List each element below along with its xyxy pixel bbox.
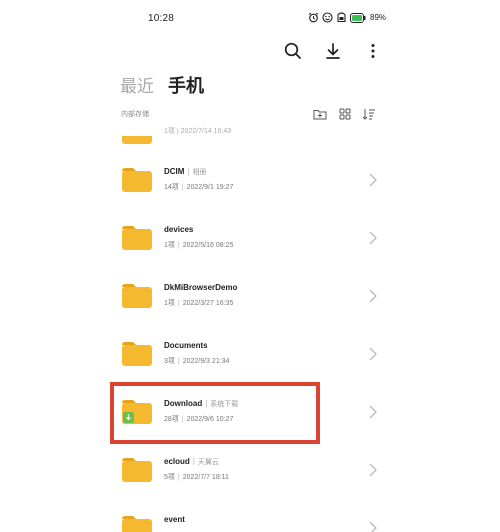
- item-count: 3项: [164, 358, 175, 365]
- folder-icon: [122, 400, 152, 424]
- item-count: 14项: [164, 184, 179, 191]
- partial-row-meta: 1项 | 2022/7/14 16:43: [164, 128, 232, 135]
- status-time: 10:28: [148, 13, 175, 24]
- separator: |: [192, 457, 195, 466]
- separator: |: [181, 416, 184, 423]
- separator: |: [177, 358, 180, 365]
- folder-meta: 1项 | 2022/5/16 08:25: [164, 240, 233, 250]
- search-icon: [284, 42, 301, 59]
- folder-name: DkMiBrowserDemo: [164, 283, 238, 292]
- chevron-right-icon: [369, 173, 377, 187]
- grid-icon: [339, 108, 351, 120]
- modified-date: 2022/5/16 08:25: [182, 242, 234, 249]
- grid-view-button[interactable]: [337, 106, 353, 122]
- folder-name-line: event: [164, 515, 185, 524]
- folder-tag: 相册: [192, 169, 207, 176]
- folder-meta: 1项 | 2022/3/27 16:35: [164, 298, 233, 308]
- folder-name: DCIM: [164, 167, 185, 176]
- chevron-right-icon: [369, 347, 377, 361]
- folder-row-event[interactable]: event: [108, 500, 388, 532]
- folder-name: event: [164, 515, 185, 524]
- folder-row-dkmibrowserdemo[interactable]: DkMiBrowserDemo 1项 | 2022/3/27 16:35: [108, 268, 388, 326]
- folder-name: Documents: [164, 341, 208, 350]
- folder-row-ecloud[interactable]: ecloud | 天翼云 5项 | 2022/7/7 18:11: [108, 442, 388, 500]
- modified-date: 2022/9/6 10:27: [186, 416, 234, 423]
- partial-folder-icon: [122, 136, 152, 144]
- folder-icon: [122, 284, 152, 308]
- face-icon: [322, 12, 333, 23]
- status-icons: 89%: [308, 12, 386, 23]
- modified-date: 2022/9/3 21:34: [182, 358, 230, 365]
- modified-date: 2022/7/7 18:11: [182, 474, 229, 481]
- alarm-icon: [308, 12, 319, 23]
- folder-row-documents[interactable]: Documents 3项 | 2022/9/3 21:34: [108, 326, 388, 384]
- folder-meta: 28项 | 2022/9/6 10:27: [164, 414, 233, 424]
- download-icon: [326, 43, 340, 59]
- search-button[interactable]: [282, 40, 304, 62]
- modified-date: 2022/3/27 16:35: [182, 300, 234, 307]
- folder-icon: [122, 168, 152, 192]
- breadcrumb[interactable]: 内部存储: [121, 109, 149, 119]
- folder-row-devices[interactable]: devices 1项 | 2022/5/16 08:25: [108, 210, 388, 268]
- sort-button[interactable]: [361, 106, 377, 122]
- separator: |: [177, 242, 180, 249]
- folder-name-line: ecloud | 天翼云: [164, 457, 219, 467]
- folder-meta: 14项 | 2022/9/1 19:27: [164, 182, 233, 192]
- tab-phone[interactable]: 手机: [168, 72, 204, 98]
- item-count: 1项: [164, 242, 175, 249]
- folder-tag: 天翼云: [197, 459, 219, 466]
- chevron-right-icon: [369, 289, 377, 303]
- new-folder-button[interactable]: [312, 106, 328, 122]
- item-count: 5项: [164, 474, 175, 481]
- sim-icon: [337, 12, 346, 23]
- folder-meta: 3项 | 2022/9/3 21:34: [164, 356, 229, 366]
- sort-icon: [362, 109, 375, 120]
- folder-name: devices: [164, 225, 194, 234]
- more-vertical-icon: [371, 44, 375, 58]
- chevron-right-icon: [369, 231, 377, 245]
- folder-name-line: DkMiBrowserDemo: [164, 283, 237, 292]
- separator: |: [181, 184, 184, 191]
- separator: |: [177, 474, 180, 481]
- status-bar: 10:28 89%: [0, 0, 500, 40]
- folder-row-download[interactable]: Download | 系统下载 28项 | 2022/9/6 10:27: [108, 384, 388, 442]
- item-count: 28项: [164, 416, 179, 423]
- folder-tag: 系统下载: [210, 401, 239, 408]
- download-button[interactable]: [322, 40, 344, 62]
- modified-date: 2022/9/1 19:27: [186, 184, 234, 191]
- tab-bar: 最近 手机: [120, 72, 204, 98]
- more-button[interactable]: [362, 40, 384, 62]
- chevron-right-icon: [369, 405, 377, 419]
- folder-meta: 5项 | 2022/7/7 18:11: [164, 472, 229, 482]
- top-toolbar: [0, 40, 500, 64]
- folder-icon: [122, 458, 152, 482]
- battery-icon: [350, 12, 366, 23]
- chevron-right-icon: [369, 521, 377, 532]
- folder-row-dcim[interactable]: DCIM | 相册 14项 | 2022/9/1 19:27: [108, 152, 388, 210]
- folder-name-line: Download | 系统下载: [164, 399, 238, 409]
- separator: |: [177, 300, 180, 307]
- folder-name-line: Documents: [164, 341, 208, 350]
- folder-name-line: devices: [164, 225, 193, 234]
- folder-name: ecloud: [164, 457, 190, 466]
- tab-recent[interactable]: 最近: [120, 72, 154, 97]
- new-folder-icon: [313, 110, 327, 120]
- battery-level: 89%: [370, 13, 387, 22]
- folder-icon: [122, 226, 152, 250]
- folder-name: Download: [164, 399, 203, 408]
- separator: |: [187, 167, 190, 176]
- folder-icon: [122, 342, 152, 366]
- folder-name-line: DCIM | 相册: [164, 167, 207, 177]
- file-list: 1项 | 2022/7/14 16:43 DCIM | 相册 14项 | 2022/9/1…: [0, 122, 500, 532]
- folder-icon: [122, 516, 152, 532]
- separator: |: [205, 399, 208, 408]
- item-count: 1项: [164, 300, 175, 307]
- chevron-right-icon: [369, 463, 377, 477]
